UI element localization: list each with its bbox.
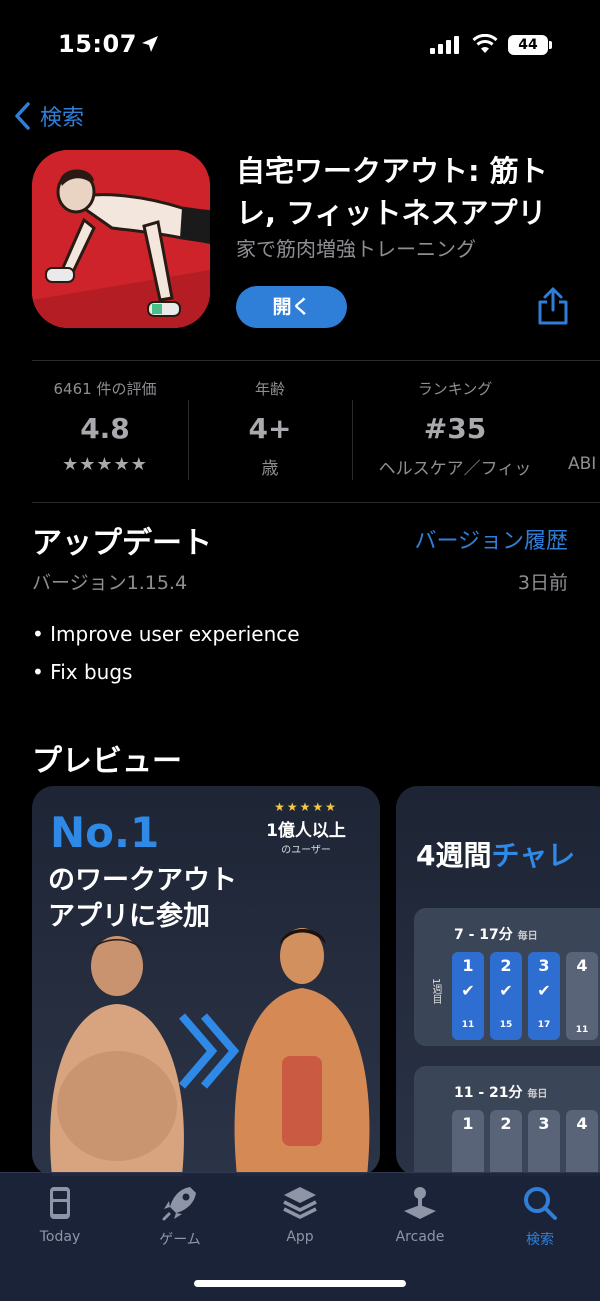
badge-sub: のユーザー — [281, 845, 331, 856]
rating-value: 4.8 — [80, 412, 130, 445]
divider — [32, 360, 600, 361]
tab-arcade[interactable]: Arcade — [360, 1183, 480, 1245]
tab-apps[interactable]: App — [240, 1183, 360, 1245]
day-tile: 4 11 — [566, 952, 598, 1040]
tab-label: ゲーム — [159, 1232, 201, 1248]
preview-headline: No.1 — [50, 808, 160, 857]
tab-games[interactable]: ゲーム — [120, 1183, 240, 1249]
badge-main: 1億人以上 — [266, 821, 346, 841]
column-separator — [188, 400, 189, 480]
app-title: 自宅ワークアウト: 筋トレ, フィットネスアプリ — [236, 154, 548, 230]
tab-label: App — [286, 1229, 314, 1245]
tab-today[interactable]: Today — [0, 1183, 120, 1245]
challenge-title: 4週間チャレ — [416, 834, 575, 874]
tab-search[interactable]: 検索 — [480, 1183, 600, 1249]
users-badge: ★★★★★ 1億人以上 のユーザー — [246, 800, 366, 870]
week-panel-1: 7 - 17分 毎日 1週目 1 ✔ 11 2 ✔ 15 3 ✔ 17 4 11 — [414, 908, 600, 1046]
home-indicator — [194, 1280, 406, 1287]
day-tile: 2 ✔ 15 — [490, 952, 522, 1040]
version-label: バージョン1.15.4 — [32, 572, 188, 594]
next-info-column[interactable]: ABI — [568, 378, 600, 474]
location-arrow-icon — [142, 36, 158, 52]
day-tile: 3 — [528, 1110, 560, 1176]
update-section-title: アップデート — [32, 526, 212, 561]
app-icon — [32, 150, 210, 328]
wifi-icon — [472, 34, 498, 53]
back-button[interactable]: 検索 — [12, 100, 84, 132]
before-after-illustration — [50, 928, 370, 1176]
preview-line-1: のワークアウト — [48, 865, 237, 896]
divider — [32, 502, 600, 503]
next-column-partial: ABI — [568, 454, 597, 474]
update-date: 3日前 — [517, 572, 568, 594]
preview-section-title: プレビュー — [32, 744, 182, 779]
rating-stars: ★★★★★ — [62, 454, 148, 475]
status-time: 15:07 — [58, 30, 137, 58]
day-tile: 1 — [452, 1110, 484, 1176]
age-column[interactable]: 年齢 4+ 歳 — [210, 378, 330, 479]
release-note: • Fix bugs — [32, 660, 133, 684]
preview-screenshot-1[interactable]: No.1 のワークアウト アプリに参加 ★★★★★ 1億人以上 のユーザー — [32, 786, 380, 1176]
day-tile: 1 ✔ 11 — [452, 952, 484, 1040]
day-tile: 2 — [490, 1110, 522, 1176]
open-button[interactable]: 開く — [236, 286, 347, 328]
cellular-signal-icon — [430, 36, 459, 54]
battery-tip — [549, 41, 552, 49]
tab-label: Arcade — [395, 1229, 445, 1245]
week-range: 11 - 21分 毎日 — [454, 1085, 548, 1101]
preview-screenshot-2[interactable]: 4週間チャレ 7 - 17分 毎日 1週目 1 ✔ 11 2 ✔ 15 3 ✔ 17 4 11… — [396, 786, 600, 1176]
rocket-icon — [162, 1187, 196, 1221]
release-note: • Improve user experience — [32, 622, 300, 646]
ranking-value: #35 — [423, 412, 487, 445]
day-tile: 3 ✔ 17 — [528, 952, 560, 1040]
back-label: 検索 — [40, 106, 85, 131]
week-panel-2: 11 - 21分 毎日 1 2 3 4 — [414, 1066, 600, 1176]
search-icon — [524, 1187, 557, 1220]
share-icon[interactable] — [536, 286, 570, 326]
tab-label: 検索 — [526, 1232, 554, 1248]
age-value: 4+ — [248, 412, 292, 445]
pushup-figure-icon — [32, 150, 210, 328]
age-sub: 歳 — [261, 459, 279, 479]
joystick-icon — [404, 1187, 436, 1219]
ranking-column[interactable]: ランキング #35 ヘルスケア／フィッ — [360, 378, 550, 479]
challenge-title-blue: チャレ — [491, 839, 576, 872]
day-tile: 4 — [566, 1110, 598, 1176]
battery-indicator: 44 — [508, 35, 548, 55]
tab-label: Today — [39, 1229, 81, 1245]
week-range: 7 - 17分 毎日 — [454, 927, 538, 943]
column-separator — [352, 400, 353, 480]
version-history-link[interactable]: バージョン履歴 — [414, 523, 568, 555]
status-bar: 15:07 44 — [0, 0, 600, 90]
ratings-column[interactable]: 6461 件の評価 4.8 ★★★★★ — [40, 378, 170, 475]
challenge-title-white: 4週間 — [416, 839, 492, 872]
today-icon — [50, 1187, 70, 1219]
chevron-left-icon — [15, 102, 30, 130]
ratings-count-label: 6461 件の評価 — [53, 380, 157, 398]
age-label: 年齢 — [254, 380, 285, 398]
ranking-category: ヘルスケア／フィッ — [378, 459, 532, 479]
week-side-label: 1週目 — [430, 978, 441, 1005]
ranking-label: ランキング — [417, 380, 493, 398]
app-subtitle: 家で筋肉増強トレーニング — [236, 237, 476, 261]
badge-stars: ★★★★★ — [274, 800, 338, 814]
layers-icon — [283, 1187, 317, 1219]
